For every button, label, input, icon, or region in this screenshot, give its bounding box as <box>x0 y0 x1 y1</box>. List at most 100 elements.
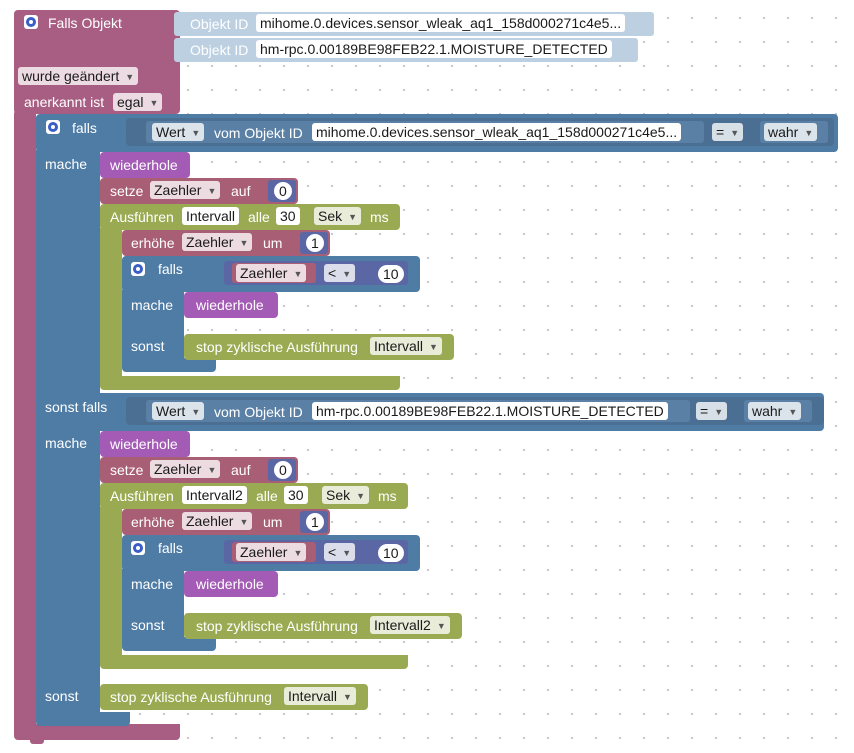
ack-label: anerkannt ist <box>24 94 105 110</box>
set-to-label-2: auf <box>231 462 251 478</box>
set-value-field-2[interactable]: 0 <box>274 461 292 479</box>
increment-var-dropdown-2[interactable]: Zaehler ▼ <box>182 512 253 530</box>
bool-dropdown-1[interactable]: wahr ▼ <box>764 123 818 141</box>
chevron-down-icon: ▼ <box>342 269 352 279</box>
compare-op-dropdown-2[interactable]: < ▼ <box>324 543 356 561</box>
do-label-1: mache <box>45 156 88 172</box>
set-label-2: setze <box>110 462 144 478</box>
chevron-down-icon: ▼ <box>804 128 814 138</box>
compare-op-dropdown-1[interactable]: < ▼ <box>324 264 356 282</box>
value-type-dropdown-2[interactable]: Wert ▼ <box>152 402 205 420</box>
repeat-label-1: wiederhole <box>110 157 178 173</box>
gear-icon[interactable] <box>46 120 60 134</box>
operator-dropdown-2[interactable]: = ▼ <box>696 402 728 420</box>
inner-repeat-label-1: wiederhole <box>196 297 264 313</box>
inner-else-label-1: sonst <box>131 338 165 354</box>
set-value-field-1[interactable]: 0 <box>274 182 292 200</box>
inner-do-label-1: mache <box>131 297 174 313</box>
chevron-down-icon: ▼ <box>239 517 249 527</box>
compare-var-dropdown-1[interactable]: Zaehler ▼ <box>236 264 307 282</box>
object-id-label-2: Objekt ID <box>190 42 249 58</box>
value-type-dropdown-1[interactable]: Wert ▼ <box>152 123 205 141</box>
repeat-label-2: wiederhole <box>110 436 178 452</box>
stop-label-2: stop zyklische Ausführung <box>196 618 358 634</box>
chevron-down-icon: ▼ <box>149 98 159 108</box>
every-label-2: alle <box>256 488 278 504</box>
every-value-field-2[interactable]: 30 <box>284 486 308 504</box>
object-id-label-1: Objekt ID <box>190 16 249 32</box>
chevron-down-icon: ▼ <box>436 621 446 631</box>
inner-if-bottom-1 <box>122 358 216 372</box>
stop-interval-dropdown-1[interactable]: Intervall ▼ <box>370 337 442 355</box>
object-id-field-2[interactable]: hm-rpc.0.00189BE98FEB22.1.MOISTURE_DETEC… <box>256 40 612 58</box>
stop-label-else: stop zyklische Ausführung <box>110 689 272 705</box>
inner-else-label-2: sonst <box>131 617 165 633</box>
gear-icon[interactable] <box>131 262 145 276</box>
object-id-field-1[interactable]: mihome.0.devices.sensor_wleak_aq1_158d00… <box>256 14 626 32</box>
interval-name-field-1[interactable]: Intervall <box>182 207 240 225</box>
increment-by-label-2: um <box>263 514 283 530</box>
chevron-down-icon: ▼ <box>343 692 352 702</box>
do-label-2: mache <box>45 435 88 451</box>
chevron-down-icon: ▼ <box>342 548 352 558</box>
exec-label-1: Ausführen <box>110 209 174 225</box>
inner-if-label-2: falls <box>158 540 183 556</box>
condition-object-field-1[interactable]: mihome.0.devices.sensor_wleak_aq1_158d00… <box>312 123 682 141</box>
chevron-down-icon: ▼ <box>788 407 798 417</box>
inner-do-label-2: mache <box>131 576 174 592</box>
interval-bottom-1 <box>100 376 400 390</box>
chevron-down-icon: ▼ <box>348 212 358 222</box>
compare-var-dropdown-2[interactable]: Zaehler ▼ <box>236 543 307 561</box>
chevron-down-icon: ▼ <box>356 491 366 501</box>
trigger-type-dropdown[interactable]: wurde geändert ▼ <box>18 67 139 85</box>
interval-name-field-2[interactable]: Intervall2 <box>182 486 247 504</box>
if-label: falls <box>72 120 97 136</box>
chevron-down-icon: ▼ <box>714 407 724 417</box>
compare-value-field-1[interactable]: 10 <box>378 265 404 283</box>
stop-interval-dropdown-else[interactable]: Intervall ▼ <box>284 687 356 705</box>
chevron-down-icon: ▼ <box>191 128 201 138</box>
increment-value-field-2[interactable]: 1 <box>306 513 324 531</box>
chevron-down-icon: ▼ <box>730 128 740 138</box>
chevron-down-icon: ▼ <box>293 548 303 558</box>
chevron-down-icon: ▼ <box>191 407 201 417</box>
set-label-1: setze <box>110 183 144 199</box>
increment-value-field-1[interactable]: 1 <box>306 234 324 252</box>
bool-dropdown-2[interactable]: wahr ▼ <box>748 402 802 420</box>
unit-dropdown-2[interactable]: Sek ▼ <box>322 486 370 504</box>
chevron-down-icon: ▼ <box>125 72 135 82</box>
ms-label-2: ms <box>378 488 397 504</box>
every-label-1: alle <box>248 209 270 225</box>
increment-var-dropdown-1[interactable]: Zaehler ▼ <box>182 233 253 251</box>
else-label: sonst <box>45 688 79 704</box>
set-var-dropdown-2[interactable]: Zaehler ▼ <box>150 460 221 478</box>
condition-object-field-2[interactable]: hm-rpc.0.00189BE98FEB22.1.MOISTURE_DETEC… <box>312 402 668 420</box>
every-value-field-1[interactable]: 30 <box>276 207 300 225</box>
if-block-bottom <box>36 712 130 726</box>
from-object-label-1: vom Objekt ID <box>214 125 303 141</box>
increment-by-label-1: um <box>263 235 283 251</box>
if-block-spine-2 <box>36 429 100 679</box>
chevron-down-icon: ▼ <box>207 465 217 475</box>
stop-interval-dropdown-2[interactable]: Intervall2 ▼ <box>370 616 450 634</box>
ack-dropdown[interactable]: egal ▼ <box>113 93 163 111</box>
interval-bottom-2 <box>100 655 408 669</box>
inner-if-label-1: falls <box>158 261 183 277</box>
chevron-down-icon: ▼ <box>239 238 249 248</box>
inner-repeat-label-2: wiederhole <box>196 576 264 592</box>
gear-icon[interactable] <box>24 15 38 29</box>
operator-dropdown-1[interactable]: = ▼ <box>712 123 744 141</box>
blockly-workspace[interactable]: Falls Objekt Objekt ID mihome.0.devices.… <box>0 0 854 753</box>
interval-spine-2 <box>100 507 122 657</box>
ms-label-1: ms <box>370 209 389 225</box>
interval-spine-1 <box>100 228 122 378</box>
set-var-dropdown-1[interactable]: Zaehler ▼ <box>150 181 221 199</box>
unit-dropdown-1[interactable]: Sek ▼ <box>314 207 362 225</box>
gear-icon[interactable] <box>131 541 145 555</box>
else-if-label: sonst falls <box>45 399 108 415</box>
compare-value-field-2[interactable]: 10 <box>378 544 404 562</box>
event-block-notch <box>30 736 44 744</box>
stop-label-1: stop zyklische Ausführung <box>196 339 358 355</box>
increment-label-1: erhöhe <box>131 235 175 251</box>
set-to-label-1: auf <box>231 183 251 199</box>
